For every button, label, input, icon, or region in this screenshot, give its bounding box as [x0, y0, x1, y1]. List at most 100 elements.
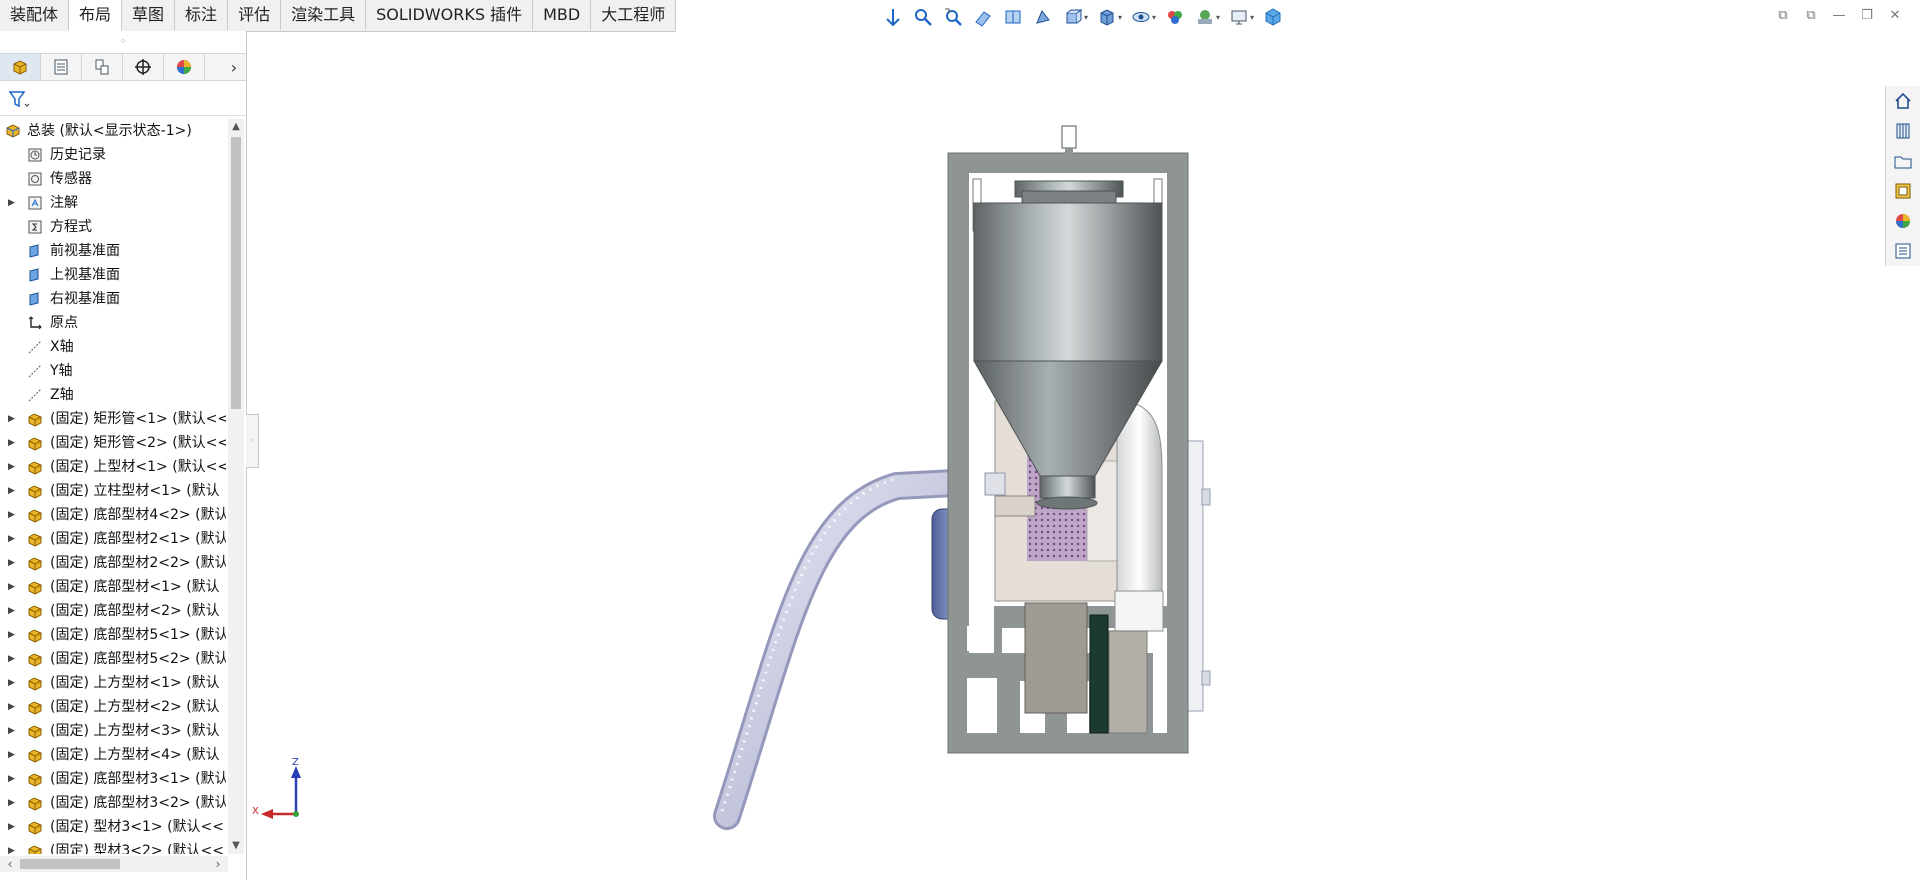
expand-arrow-icon[interactable]: ▶: [8, 767, 15, 791]
expand-arrow-icon[interactable]: ▶: [8, 407, 15, 431]
expand-arrow-icon[interactable]: ▶: [8, 791, 15, 815]
home-icon[interactable]: [1886, 86, 1920, 116]
dynamic-annotation-icon[interactable]: [1000, 6, 1026, 28]
restore-icon[interactable]: ❐: [1858, 6, 1876, 24]
view-settings-icon[interactable]: [1226, 6, 1252, 28]
display-style-dropdown-icon[interactable]: ▾: [1118, 13, 1122, 22]
filter-icon[interactable]: [8, 90, 30, 110]
panel-left-icon[interactable]: ⧉: [1774, 6, 1792, 24]
tree-item[interactable]: ▶ (固定) 矩形管<1> (默认<<: [0, 407, 226, 431]
tree-item[interactable]: Y轴: [0, 359, 226, 383]
panel-right-icon[interactable]: ⧉: [1802, 6, 1820, 24]
tree-item[interactable]: ▶ (固定) 上方型材<4> (默认: [0, 743, 226, 767]
tree-item[interactable]: ▶ (固定) 底部型材3<1> (默认: [0, 767, 226, 791]
tree-item[interactable]: 上视基准面: [0, 263, 226, 287]
view-palette-icon[interactable]: [1886, 176, 1920, 206]
scroll-right-icon[interactable]: ›: [210, 856, 226, 872]
tree-item[interactable]: 右视基准面: [0, 287, 226, 311]
tree-root[interactable]: 总装 (默认<显示状态-1>): [0, 119, 226, 143]
tree-item[interactable]: ▶ (固定) 上方型材<2> (默认: [0, 695, 226, 719]
tree-item[interactable]: ▶ (固定) 型材3<1> (默认<<: [0, 815, 226, 839]
tree-item[interactable]: 传感器: [0, 167, 226, 191]
tree-item[interactable]: Z轴: [0, 383, 226, 407]
display-manager-tab-icon[interactable]: [164, 54, 205, 80]
hide-show-dropdown-icon[interactable]: ▾: [1152, 13, 1156, 22]
scroll-left-icon[interactable]: ‹: [2, 856, 18, 872]
close-icon[interactable]: ✕: [1886, 6, 1904, 24]
custom-properties-icon[interactable]: [1886, 236, 1920, 266]
expand-arrow-icon[interactable]: ▶: [8, 839, 15, 854]
3d-view-icon[interactable]: [1260, 6, 1286, 28]
expand-arrow-icon[interactable]: ▶: [8, 623, 15, 647]
tree-item[interactable]: 原点: [0, 311, 226, 335]
expand-arrow-icon[interactable]: ▶: [8, 431, 15, 455]
tree-item[interactable]: X轴: [0, 335, 226, 359]
tab-1[interactable]: 布局: [69, 0, 123, 31]
scroll-down-icon[interactable]: ▼: [228, 838, 244, 854]
tree-item[interactable]: 历史记录: [0, 143, 226, 167]
apply-scene-dropdown-icon[interactable]: ▾: [1216, 13, 1220, 22]
expand-arrow-icon[interactable]: ▶: [8, 671, 15, 695]
section-view-icon[interactable]: [970, 6, 996, 28]
view-settings-dropdown-icon[interactable]: ▾: [1250, 13, 1254, 22]
previous-view-icon[interactable]: [940, 6, 966, 28]
tree-vertical-scrollbar[interactable]: ▲ ▼: [228, 119, 244, 854]
view-selector-icon[interactable]: [1030, 6, 1056, 28]
tab-0[interactable]: 装配体: [0, 0, 70, 30]
tree-item[interactable]: ▶ (固定) 上方型材<1> (默认: [0, 671, 226, 695]
hide-show-items-icon[interactable]: [1128, 6, 1154, 28]
expand-arrow-icon[interactable]: ▶: [8, 719, 15, 743]
tab-7[interactable]: MBD: [533, 0, 592, 30]
tab-5[interactable]: 渲染工具: [281, 0, 367, 30]
tree-item[interactable]: ▶ (固定) 上方型材<3> (默认: [0, 719, 226, 743]
panel-grip-icon[interactable]: ◦: [0, 31, 246, 53]
expand-arrow-icon[interactable]: ▶: [8, 503, 15, 527]
more-tabs-icon[interactable]: ›: [222, 58, 246, 77]
feature-manager-tab-icon[interactable]: [0, 54, 41, 80]
tab-3[interactable]: 标注: [175, 0, 229, 30]
tree-item[interactable]: 方程式: [0, 215, 226, 239]
tree-item[interactable]: ▶ (固定) 底部型材5<1> (默认: [0, 623, 226, 647]
tree-item[interactable]: ▶ (固定) 型材3<2> (默认<<: [0, 839, 226, 854]
tree-item[interactable]: ▶ (固定) 底部型材3<2> (默认: [0, 791, 226, 815]
appearances-icon[interactable]: [1886, 206, 1920, 236]
expand-arrow-icon[interactable]: ▶: [8, 647, 15, 671]
tree-horizontal-scrollbar[interactable]: ‹ ›: [0, 856, 228, 872]
edit-appearance-icon[interactable]: [1162, 6, 1188, 28]
tree-item[interactable]: ▶ (固定) 底部型材5<2> (默认: [0, 647, 226, 671]
expand-arrow-icon[interactable]: ▶: [8, 575, 15, 599]
configuration-manager-tab-icon[interactable]: [82, 54, 123, 80]
property-manager-tab-icon[interactable]: [41, 54, 82, 80]
tree-filter[interactable]: [0, 85, 246, 116]
expand-arrow-icon[interactable]: ▶: [8, 551, 15, 575]
scroll-up-icon[interactable]: ▲: [228, 119, 244, 135]
zoom-to-fit-icon[interactable]: [880, 6, 906, 28]
tree-item[interactable]: ▶ (固定) 底部型材2<2> (默认: [0, 551, 226, 575]
tab-2[interactable]: 草图: [122, 0, 176, 30]
tree-item[interactable]: ▶ (固定) 矩形管<2> (默认<<: [0, 431, 226, 455]
expand-arrow-icon[interactable]: ▶: [8, 599, 15, 623]
tree-item[interactable]: ▶ (固定) 底部型材<1> (默认: [0, 575, 226, 599]
apply-scene-icon[interactable]: [1192, 6, 1218, 28]
tree-item[interactable]: ▶ 注解: [0, 191, 226, 215]
view-orientation-dropdown-icon[interactable]: ▾: [1084, 13, 1088, 22]
graphics-area[interactable]: Z X: [247, 31, 1886, 880]
tab-8[interactable]: 大工程师: [591, 0, 677, 30]
tab-6[interactable]: SOLIDWORKS 插件: [366, 0, 534, 30]
tree-item[interactable]: ▶ (固定) 底部型材<2> (默认: [0, 599, 226, 623]
view-orientation-icon[interactable]: [1060, 6, 1086, 28]
minimize-icon[interactable]: —: [1830, 6, 1848, 24]
file-explorer-icon[interactable]: [1886, 146, 1920, 176]
expand-arrow-icon[interactable]: ▶: [8, 479, 15, 503]
tree-item[interactable]: ▶ (固定) 立柱型材<1> (默认: [0, 479, 226, 503]
expand-arrow-icon[interactable]: ▶: [8, 455, 15, 479]
tree-item[interactable]: 前视基准面: [0, 239, 226, 263]
expand-arrow-icon[interactable]: ▶: [8, 695, 15, 719]
scroll-thumb[interactable]: [231, 137, 241, 409]
tree-item[interactable]: ▶ (固定) 底部型材2<1> (默认: [0, 527, 226, 551]
tree-item[interactable]: ▶ (固定) 上型材<1> (默认<<: [0, 455, 226, 479]
expand-arrow-icon[interactable]: ▶: [8, 743, 15, 767]
tree-item[interactable]: ▶ (固定) 底部型材4<2> (默认: [0, 503, 226, 527]
tab-4[interactable]: 评估: [228, 0, 282, 30]
expand-arrow-icon[interactable]: ▶: [8, 815, 15, 839]
